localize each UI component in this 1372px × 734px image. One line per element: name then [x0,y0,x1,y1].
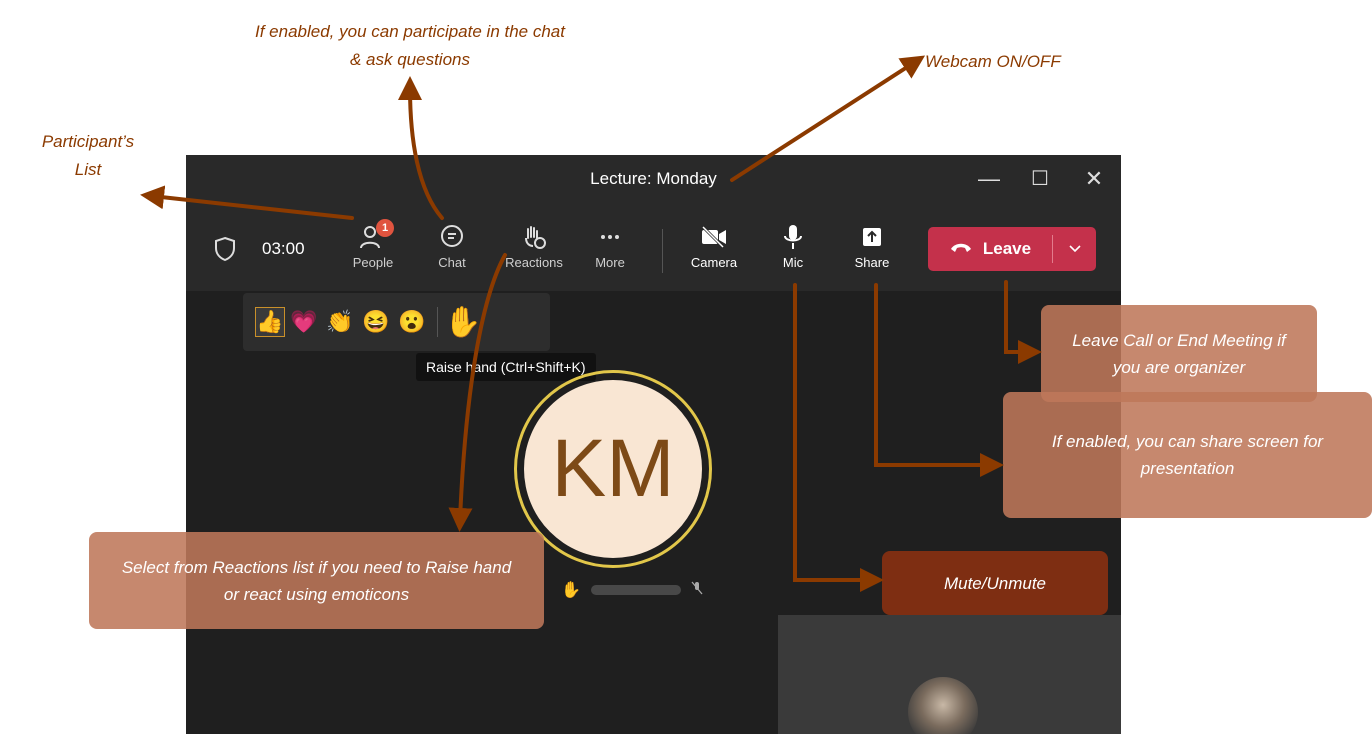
arrow-webcam [730,55,926,182]
arrow-leave [1004,280,1042,364]
arrow-share [874,283,1004,477]
annotation-arrows [140,55,1042,592]
arrow-mute [793,283,884,592]
arrow-reactions [448,253,507,532]
arrow-chat [398,76,444,220]
arrow-people [140,185,354,220]
